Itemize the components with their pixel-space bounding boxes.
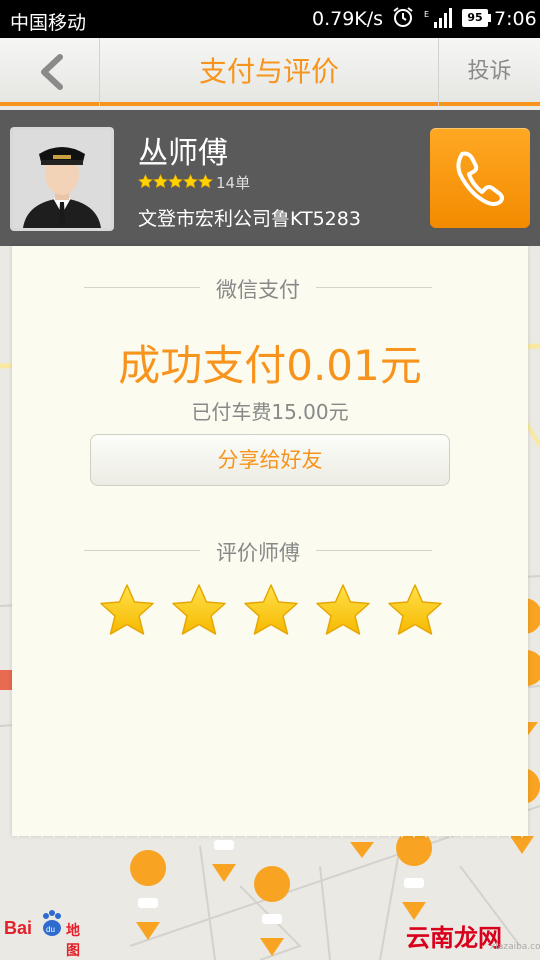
baidu-paw-icon: du <box>43 910 61 936</box>
svg-text:du: du <box>46 925 55 934</box>
review-star-icon[interactable] <box>170 582 228 640</box>
chevron-left-icon <box>41 54 63 90</box>
star-icon <box>168 174 183 189</box>
review-divider: 评价师傅 <box>84 535 432 565</box>
payment-method-label: 微信支付 <box>216 278 300 302</box>
svg-text:E: E <box>424 10 429 19</box>
net-speed: 0.79K/s <box>312 8 384 30</box>
driver-portrait-icon <box>13 130 111 228</box>
baidu-logo-text: Bai <box>4 918 33 938</box>
baidu-map-label: 地图 <box>66 923 80 959</box>
page-title: 支付与评价 <box>198 55 339 88</box>
driver-name: 丛师傅 <box>138 136 228 171</box>
driver-rating <box>138 174 213 192</box>
driver-info-bar: 丛师傅 14单 文登市宏利公司鲁KT5283 <box>0 110 540 246</box>
payment-method-divider: 微信支付 <box>84 272 432 302</box>
call-driver-button[interactable] <box>430 128 530 228</box>
taxi-marker-icon[interactable] <box>396 830 433 920</box>
title-bar: 支付与评价 投诉 <box>0 38 540 106</box>
complain-button[interactable]: 投诉 <box>438 38 540 106</box>
share-button[interactable]: 分享给好友 <box>90 434 450 486</box>
review-star-icon[interactable] <box>314 582 372 640</box>
payment-success-text: 成功支付0.01元 <box>118 341 422 390</box>
watermark-text: 云南龙网 <box>406 924 502 952</box>
watermark-url: xiazaiba.com <box>490 942 540 952</box>
review-section-label: 评价师傅 <box>216 541 300 565</box>
back-button[interactable] <box>0 38 100 106</box>
taxi-marker-icon[interactable] <box>130 850 167 940</box>
watermark: 云南龙网 xiazaiba.com <box>402 912 540 952</box>
receipt-zigzag-edge <box>12 826 528 838</box>
taxi-marker-icon[interactable] <box>254 866 291 956</box>
alarm-icon <box>393 7 413 27</box>
star-icon <box>138 174 153 189</box>
order-count: 14单 <box>216 174 251 192</box>
battery-icon: 95 <box>462 9 491 27</box>
signal-icon: E <box>424 8 452 28</box>
fare-paid-text: 已付车费15.00元 <box>191 400 349 424</box>
star-icon <box>153 174 168 189</box>
star-icon <box>198 174 213 189</box>
status-bar: 中国移动 0.79K/s E 95 7:06 <box>0 0 540 38</box>
phone-icon <box>456 151 504 206</box>
driver-avatar <box>10 127 114 231</box>
review-star-icon[interactable] <box>386 582 444 640</box>
clock: 7:06 <box>494 8 537 30</box>
carrier-name: 中国移动 <box>10 12 87 34</box>
company-plate: 文登市宏利公司鲁KT5283 <box>138 208 361 230</box>
star-icon <box>183 174 198 189</box>
driver-review-stars <box>98 582 444 642</box>
review-star-icon[interactable] <box>98 582 156 640</box>
review-star-icon[interactable] <box>242 582 300 640</box>
